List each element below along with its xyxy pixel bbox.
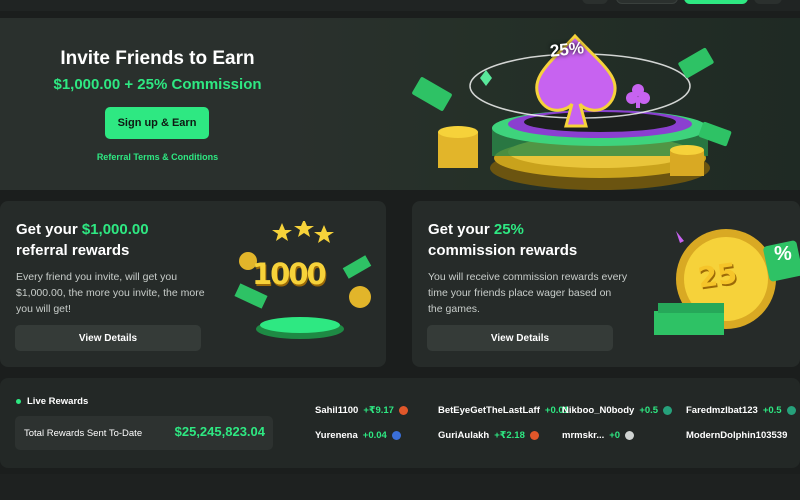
commission-view-details-button[interactable]: View Details <box>427 325 613 351</box>
feed-user: Yurenena <box>315 430 358 441</box>
referral-card-title: Get your $1,000.00 referral rewards <box>16 219 236 261</box>
bottom-strip <box>0 474 800 500</box>
header-menu-button[interactable] <box>754 0 782 4</box>
header-icon-button[interactable] <box>582 0 608 4</box>
commission-badge-text: 25% <box>549 38 585 61</box>
commission-art-percent: % <box>774 243 792 265</box>
header-login-button[interactable] <box>616 0 678 4</box>
referral-1000-illustration: 1000 <box>220 219 380 351</box>
referral-card-description: Every friend you invite, will get you $1… <box>16 271 205 315</box>
total-rewards-label: Total Rewards Sent To-Date <box>24 428 143 439</box>
referral-title-suffix: referral rewards <box>16 242 130 259</box>
hero-subtitle: $1,000.00 + 25% Commission <box>53 76 262 93</box>
feed-amount: +0.5 <box>762 405 782 416</box>
currency-coin-icon <box>786 406 796 415</box>
feed-user: mrmskr... <box>562 430 605 441</box>
currency-coin-icon <box>398 406 408 415</box>
referral-rewards-card: Get your $1,000.00 referral rewards Ever… <box>0 201 386 367</box>
feed-user: ModernDolphin103539 <box>686 430 788 441</box>
total-rewards-box: Total Rewards Sent To-Date $25,245,823.0… <box>15 416 273 450</box>
feed-user: Sahil1100 <box>315 405 359 416</box>
feed-amount: +₹9.17 <box>363 405 394 416</box>
referral-terms-link[interactable]: Referral Terms & Conditions <box>0 152 315 162</box>
live-feed-item: Nikboo_N0body +0.5 <box>562 405 673 416</box>
total-rewards-value: $25,245,823.04 <box>174 424 265 439</box>
feed-user: BetEyeGetTheLastLaff <box>438 405 540 416</box>
commission-rewards-card: Get your 25% commission rewards You will… <box>412 201 800 367</box>
top-bar <box>0 0 800 11</box>
feed-amount: +0.04 <box>362 430 387 441</box>
currency-coin-icon <box>625 431 635 440</box>
live-feed-item: mrmskr... +0 <box>562 430 635 441</box>
header-register-button[interactable] <box>684 0 748 4</box>
feed-user: Faredmzlbat123 <box>686 405 758 416</box>
live-rewards-panel: Live Rewards Total Rewards Sent To-Date … <box>0 378 800 468</box>
commission-title-suffix: commission rewards <box>428 242 578 259</box>
invite-hero-banner: Invite Friends to Earn $1,000.00 + 25% C… <box>0 18 800 190</box>
live-feed-item: Sahil1100 +₹9.17 <box>315 405 408 416</box>
referral-title-prefix: Get your <box>16 221 82 238</box>
commission-illustration: 25% <box>400 18 760 190</box>
feed-amount: +₹2.18 <box>494 430 525 441</box>
live-feed-item: BetEyeGetTheLastLaff +0.01 <box>438 405 569 416</box>
live-feed-item: Faredmzlbat123 +0.5 <box>686 405 796 416</box>
referral-art-number: 1000 <box>252 257 327 291</box>
currency-coin-icon <box>529 431 539 440</box>
live-feed-item: GuriAulakh +₹2.18 <box>438 430 539 441</box>
commission-art-number: 25 <box>695 256 740 295</box>
live-feed-item: ModernDolphin103539 <box>686 430 787 441</box>
feed-amount: +0 <box>609 430 621 441</box>
currency-coin-icon <box>391 431 401 440</box>
commission-card-title: Get your 25% commission rewards <box>428 219 648 261</box>
referral-view-details-button[interactable]: View Details <box>15 325 201 351</box>
live-rewards-heading: Live Rewards <box>16 396 88 407</box>
commission-coin-illustration: 25 % <box>636 221 800 351</box>
signup-earn-button[interactable]: Sign up & Earn <box>105 107 209 139</box>
feed-user: Nikboo_N0body <box>562 405 635 416</box>
feed-user: GuriAulakh <box>438 430 490 441</box>
commission-title-prefix: Get your <box>428 221 494 238</box>
currency-coin-icon <box>663 406 673 415</box>
commission-card-description: You will receive commission rewards ever… <box>428 271 628 315</box>
live-rewards-title: Live Rewards <box>27 396 89 407</box>
live-feed-item: Yurenena +0.04 <box>315 430 401 441</box>
feed-amount: +0.5 <box>639 405 659 416</box>
live-indicator-icon <box>16 399 21 404</box>
hero-title: Invite Friends to Earn <box>60 48 255 69</box>
commission-title-highlight: 25% <box>493 221 524 238</box>
referral-title-highlight: $1,000.00 <box>81 221 149 238</box>
